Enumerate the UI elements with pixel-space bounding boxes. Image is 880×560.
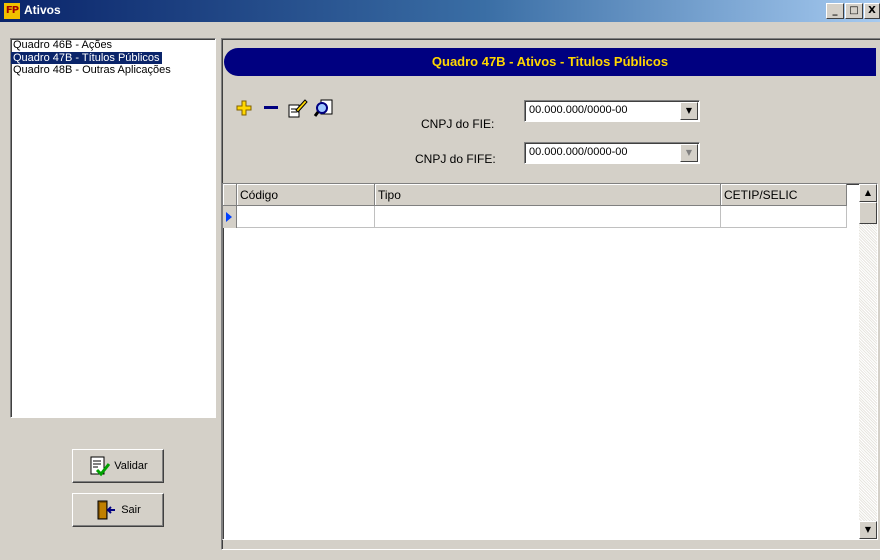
quadro-list[interactable]: Quadro 46B - Ações Quadro 47B - Títulos … (10, 38, 216, 418)
grid-corner (223, 184, 237, 206)
cnpj-fie-label: CNPJ do FIE: (421, 117, 495, 131)
chevron-down-icon[interactable]: ▼ (680, 102, 698, 120)
minimize-button[interactable]: _ (826, 3, 844, 19)
minus-icon[interactable] (260, 97, 282, 119)
cnpj-fife-value: 00.000.000/0000-00 (529, 146, 628, 158)
exit-button[interactable]: Sair (72, 493, 164, 527)
scroll-thumb[interactable] (859, 202, 877, 224)
window-title: Ativos (24, 3, 61, 17)
vertical-scrollbar[interactable]: ▲ ▼ (859, 184, 877, 539)
scroll-up-button[interactable]: ▲ (859, 184, 877, 202)
plus-icon[interactable] (233, 97, 255, 119)
chevron-down-icon[interactable]: ▼ (680, 144, 698, 162)
search-icon[interactable] (313, 97, 335, 119)
cnpj-fie-select[interactable]: 00.000.000/0000-00 ▼ (524, 100, 700, 122)
column-header-tipo[interactable]: Tipo (375, 184, 721, 206)
row-pointer-icon (226, 212, 232, 222)
cell-cetip-selic[interactable] (721, 206, 847, 228)
maximize-button[interactable]: □ (845, 3, 863, 19)
app-logo-icon: FP (4, 3, 20, 19)
cnpj-fife-label: CNPJ do FIFE: (415, 152, 496, 166)
cell-codigo[interactable] (237, 206, 375, 228)
data-grid[interactable]: Código Tipo CETIP/SELIC ▲ ▼ (222, 183, 878, 540)
cell-tipo[interactable] (375, 206, 721, 228)
list-item-quadro-47b[interactable]: Quadro 47B - Títulos Públicos (11, 52, 162, 64)
title-bar: FP Ativos _ □ X (0, 0, 880, 22)
validate-label: Validar (114, 460, 148, 472)
list-item-quadro-46b[interactable]: Quadro 46B - Ações (11, 39, 215, 51)
row-indicator (223, 206, 237, 228)
cnpj-fife-select[interactable]: 00.000.000/0000-00 ▼ (524, 142, 700, 164)
column-header-cetip-selic[interactable]: CETIP/SELIC (721, 184, 847, 206)
exit-label: Sair (121, 504, 141, 516)
list-item-quadro-48b[interactable]: Quadro 48B - Outras Aplicações (11, 64, 215, 76)
close-button[interactable]: X (864, 3, 880, 19)
column-header-codigo[interactable]: Código (237, 184, 375, 206)
page-title: Quadro 47B - Ativos - Titulos Públicos (224, 48, 876, 76)
exit-door-icon (97, 500, 116, 520)
validate-button[interactable]: Validar (72, 449, 164, 483)
scroll-down-button[interactable]: ▼ (859, 521, 877, 539)
validate-icon (90, 456, 111, 477)
edit-icon[interactable] (286, 97, 308, 119)
cnpj-fie-value: 00.000.000/0000-00 (529, 104, 628, 116)
